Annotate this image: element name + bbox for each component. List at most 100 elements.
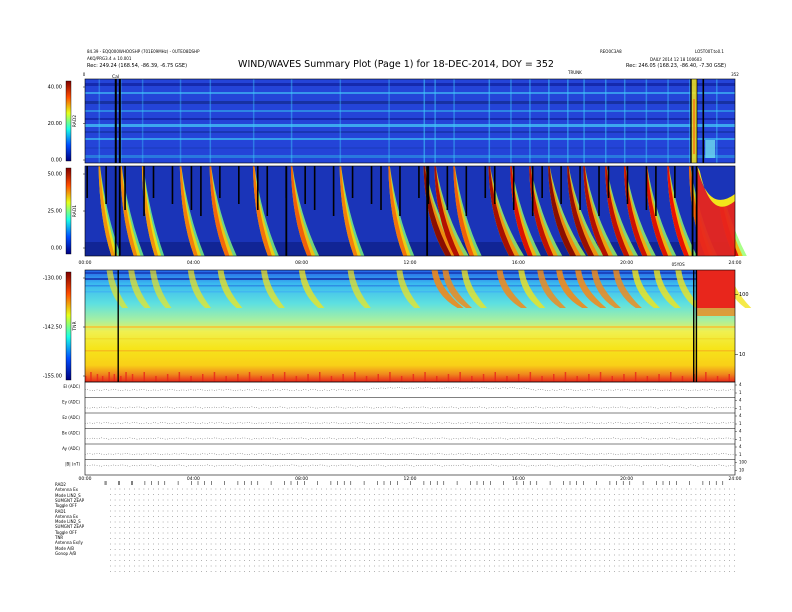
tnr-ytick-label: -130.00 [43,276,62,282]
aux-xtick-label: 24:00 [729,476,742,482]
tnr-spike [436,376,438,382]
rad1-gap [598,166,600,216]
rad1-x-end-label: 05YOS [672,262,685,267]
rad1-ytick-label: 0.00 [51,246,62,252]
tnr-spike [506,376,508,382]
rad1-gap [484,166,487,198]
tnr-spike [494,372,496,382]
tnr-spike [482,374,485,382]
rad2-burst [98,79,101,163]
rad1-gap [560,166,562,204]
aux-xtick-label: 04:00 [187,476,200,482]
rad1-xtick-label: 24:00 [729,260,742,266]
rad2-gap [702,79,705,163]
tnr-spike [143,372,145,382]
rad2-ytick-label: 40.00 [48,85,62,91]
tnr-spike [517,374,520,382]
aux-row-label: Ay (ADC) [62,446,80,451]
rad2-burst [583,79,585,163]
rad2-ylabel: RAD2 [72,115,78,127]
rad2-burst [290,79,293,163]
rad2-burst [667,79,669,163]
rad2-burst [434,79,436,163]
tnr-spike [728,374,730,382]
tnr-spike [113,374,116,382]
rad2-burst [688,79,691,163]
rad1-gap [645,166,648,210]
tnr-spike [705,372,707,382]
rad2-burst [548,79,550,163]
tnr-spike [634,372,637,382]
rad2-burst [529,79,531,163]
rad2-band [85,101,735,104]
rad1-gap [512,166,515,210]
rad1-ytick-label: 50.00 [48,172,62,178]
footer-line: Antenna Ex [55,487,78,493]
aux-row-tick-label: 1 [739,406,742,411]
aux-row-tick-label: 100 [739,460,747,465]
tnr-spike [283,372,286,382]
tnr-spike [354,372,356,382]
tnr-spike [389,372,391,382]
rad1-gap [171,166,174,204]
rad2-band [85,83,735,86]
tnr-spike [213,372,216,382]
rad2-burst [453,79,455,163]
aux-trace [84,464,736,467]
tnr-band [85,326,735,328]
aux-row-tick-label: 4 [739,429,742,434]
tnr-spike [330,376,333,382]
rad2-background [85,79,735,163]
tnr-spike [108,372,110,382]
footer-line: RAD1 [55,508,66,514]
rad1-gap [200,166,202,216]
rad1-colorbar [65,167,72,255]
rad1-gap [691,166,694,256]
rad2-spectrogram [85,79,735,163]
aux-trace [84,437,736,440]
aux-xtick-label: 16:00 [512,476,525,482]
tnr-right-tick-label: 100 [739,292,749,298]
rad1-gap [313,166,316,210]
tnr-right-tick-label: 10 [739,352,745,358]
tnr-spike [447,374,450,382]
rad1-gap [531,166,534,216]
rad2-burst [209,79,212,163]
tnr-spike [471,376,473,382]
tnr-spike [342,374,344,382]
tnr-spike [190,376,192,382]
tnr-spike [611,376,613,382]
aux-xtick-label: 08:00 [295,476,308,482]
rad2-band [85,92,735,94]
rad1-gap [446,166,449,210]
rad1-gap [219,166,221,198]
rad1-gap [351,166,354,198]
aux-row-tick-label: 4 [739,413,742,418]
rad1-xtick-label: 20:00 [620,260,633,266]
tnr-spike [541,376,543,382]
tnr-spike [307,374,309,382]
tnr-spike [459,372,461,382]
tnr-spike [155,376,157,382]
tnr-spike [90,372,92,382]
rad2-event-tail [705,140,716,158]
rad1-gap [541,166,543,198]
rad2-band [85,138,735,140]
tnr-band [85,338,735,340]
rad1-xtick-label: 00:00 [79,260,92,266]
rad2-burst [623,79,626,163]
rad1-ylabel: RAD1 [72,205,78,217]
footer-line: Mode A/B [55,545,74,551]
aux-row-tick-label: 10 [739,468,745,473]
rad1-gap [105,166,107,204]
rad2-ytick-label: 20.00 [48,121,62,127]
rad2-gap [114,79,117,163]
tnr-event [697,270,735,308]
footer-line: RAD2 [55,482,66,487]
tnr-gap [693,270,695,382]
tnr-spike [178,372,181,382]
tnr-spike [272,374,274,382]
rad1-gap [285,166,288,256]
tnr-gap [117,270,119,382]
tnr-spike [564,372,567,382]
